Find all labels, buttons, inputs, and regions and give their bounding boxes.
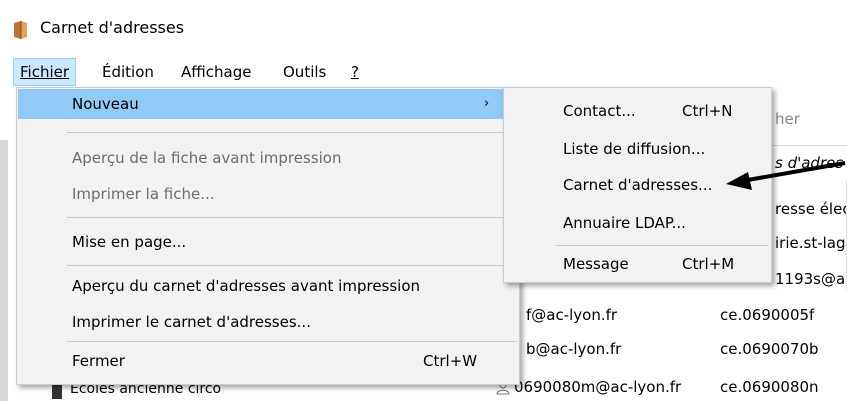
menu-affichage[interactable]: Affichage	[175, 58, 257, 86]
shortcut-ctrl-n: Ctrl+N	[682, 102, 733, 120]
shortcut-ctrl-m: Ctrl+M	[682, 255, 735, 273]
menu-fichier[interactable]: Fichier	[13, 58, 77, 86]
cell-email-3: 1193s@a	[775, 270, 846, 288]
menu-item-apercu-fiche-label: Aperçu de la fiche avant impression	[72, 149, 342, 167]
menu-separator	[67, 217, 517, 218]
menu-item-imprimer-fiche-label: Imprimer la fiche...	[72, 185, 215, 203]
cell-email-row5: b@ac-lyon.fr	[526, 340, 622, 358]
menu-help-label: ?	[351, 63, 359, 81]
nouveau-submenu: Contact... Ctrl+N Liste de diffusion... …	[503, 87, 772, 283]
submenu-item-annuaire-ldap[interactable]: Annuaire LDAP...	[505, 208, 770, 238]
menu-help[interactable]: ?	[345, 58, 365, 86]
cell-secondary-row5: ce.0690070b	[720, 340, 819, 358]
menu-item-apercu-fiche[interactable]: Aperçu de la fiche avant impression	[18, 143, 518, 173]
cell-secondary-row4: ce.0690005f	[720, 306, 815, 324]
submenu-item-liste-diffusion-label: Liste de diffusion...	[563, 140, 706, 158]
menu-item-fermer-label: Fermer	[72, 352, 125, 370]
submenu-item-annuaire-ldap-label: Annuaire LDAP...	[563, 214, 686, 232]
menu-bar: Fichier Édition Affichage Outils ?	[0, 58, 847, 86]
menu-item-imprimer-carnet[interactable]: Imprimer le carnet d'adresses...	[18, 307, 518, 337]
menu-item-apercu-carnet-label: Aperçu du carnet d'adresses avant impres…	[72, 277, 421, 295]
folder-icon	[52, 385, 62, 399]
submenu-arrow-icon: ›	[484, 96, 490, 111]
search-hint-text: her	[775, 110, 800, 128]
menu-edition-label: Édition	[102, 63, 154, 81]
menu-item-fermer[interactable]: Fermer Ctrl+W	[18, 346, 518, 376]
menu-outils-label: Outils	[283, 63, 327, 81]
menu-separator	[67, 341, 517, 342]
menu-item-imprimer-carnet-label: Imprimer le carnet d'adresses...	[72, 313, 311, 331]
menu-item-mise-en-page-label: Mise en page...	[72, 233, 187, 251]
column-header-email[interactable]: s d'adres	[775, 154, 843, 172]
submenu-item-contact[interactable]: Contact... Ctrl+N	[505, 96, 770, 126]
cell-email-row6: 0690080m@ac-lyon.fr	[514, 378, 682, 396]
submenu-item-message[interactable]: Message Ctrl+M	[505, 249, 770, 279]
menu-affichage-label: Affichage	[181, 63, 252, 81]
menu-item-imprimer-fiche[interactable]: Imprimer la fiche...	[18, 179, 518, 209]
shortcut-ctrl-w: Ctrl+W	[423, 352, 478, 370]
submenu-item-message-label: Message	[563, 255, 629, 273]
cell-email-1: resse élec	[775, 200, 847, 218]
menu-item-nouveau-label: Nouveau	[72, 95, 139, 113]
menu-outils[interactable]: Outils	[277, 58, 332, 86]
submenu-item-liste-diffusion[interactable]: Liste de diffusion...	[505, 134, 770, 164]
menu-separator	[556, 245, 768, 246]
title-bar: Carnet d'adresses	[0, 0, 847, 58]
menu-separator	[67, 132, 517, 133]
cell-email-row4: f@ac-lyon.fr	[526, 306, 618, 324]
background-left-panel	[0, 140, 8, 401]
cell-secondary-row6: ce.0690080n	[720, 378, 819, 396]
submenu-item-carnet-label: Carnet d'adresses...	[563, 176, 713, 194]
menu-fichier-label: Fichier	[20, 63, 70, 81]
window-title: Carnet d'adresses	[40, 18, 185, 37]
menu-item-nouveau[interactable]: Nouveau ›	[18, 89, 518, 119]
file-menu-dropdown: Nouveau › Aperçu de la fiche avant impre…	[16, 87, 520, 385]
cell-email-2: irie.st-lag	[775, 234, 846, 252]
menu-separator	[67, 265, 517, 266]
menu-item-mise-en-page[interactable]: Mise en page...	[18, 227, 518, 257]
menu-item-apercu-carnet[interactable]: Aperçu du carnet d'adresses avant impres…	[18, 271, 518, 301]
address-book-icon	[14, 21, 27, 39]
submenu-item-contact-label: Contact...	[563, 102, 636, 120]
submenu-item-carnet[interactable]: Carnet d'adresses...	[505, 170, 770, 200]
menu-edition[interactable]: Édition	[96, 58, 160, 86]
